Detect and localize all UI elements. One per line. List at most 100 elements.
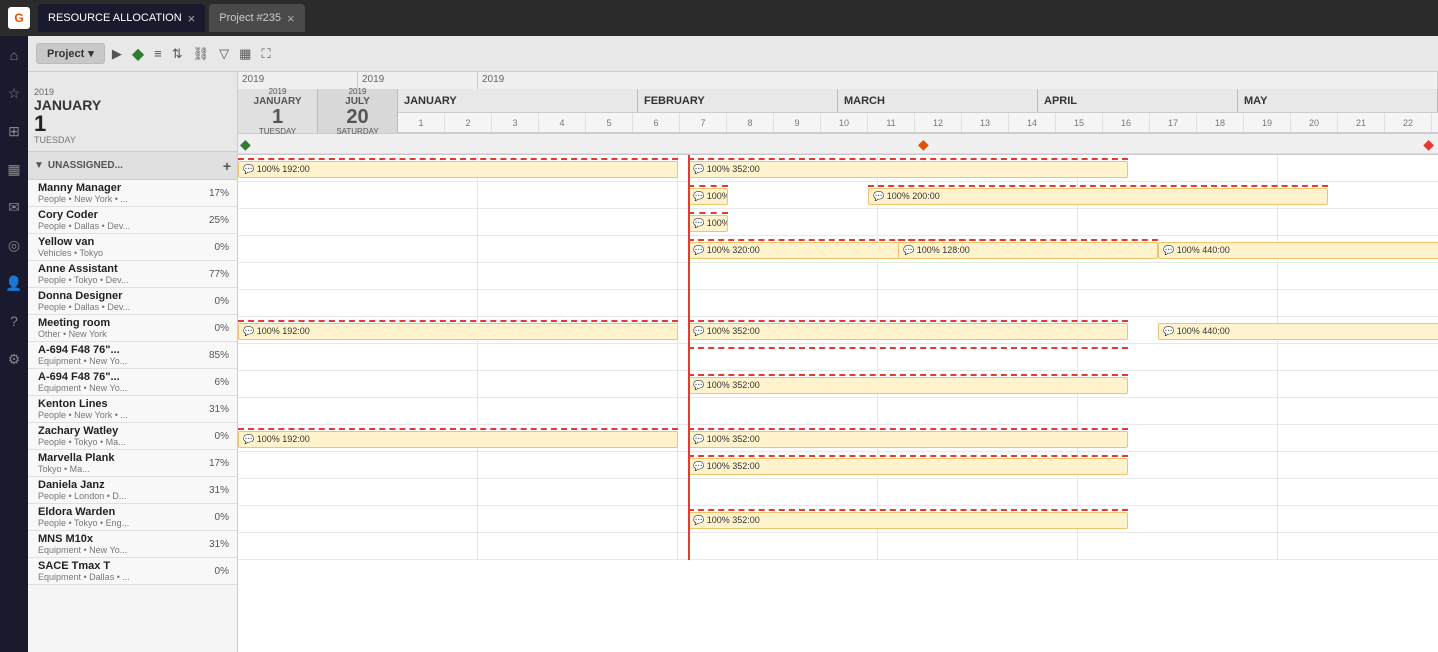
gantt-bar[interactable]: 💬 100% 192:00 <box>238 161 678 178</box>
gantt-row <box>238 479 1438 506</box>
resource-row[interactable]: SACE Tmax T Equipment • Dallas • ... 0% <box>28 558 237 585</box>
day-cell-9: 9 <box>774 113 821 132</box>
home-icon[interactable]: ⌂ <box>3 44 25 66</box>
resource-rows: Manny Manager People • New York • ... 17… <box>28 180 237 652</box>
right-date-box: 2019JULY20SATURDAY <box>318 89 398 133</box>
filter-icon[interactable]: ▽ <box>216 43 232 65</box>
gantt-day-row: 1234567891011121314151617181920212223242… <box>398 113 1438 133</box>
gantt-row <box>238 398 1438 425</box>
tab-resource-allocation[interactable]: RESOURCE ALLOCATION × <box>38 4 205 32</box>
resource-pct: 0% <box>201 323 229 334</box>
resource-info: Kenton Lines People • New York • ... <box>38 398 128 420</box>
gantt-bar[interactable]: 💬 100% 192:00 <box>238 323 678 340</box>
calendar-view-icon[interactable]: ▦ <box>236 43 254 65</box>
question-icon[interactable]: ? <box>3 310 25 332</box>
gantt-month-row: JANUARYFEBRUARYMARCHAPRILMAYJUNEJULY <box>398 89 1438 113</box>
resource-row[interactable]: Marvella Plank Tokyo • Ma... 17% <box>28 450 237 477</box>
circle-icon[interactable]: ◎ <box>3 234 25 256</box>
resource-row[interactable]: Zachary Watley People • Tokyo • Ma... 0% <box>28 423 237 450</box>
tab-label-project-235: Project #235 <box>219 12 281 24</box>
resource-info: Zachary Watley People • Tokyo • Ma... <box>38 425 126 447</box>
star-icon[interactable]: ☆ <box>3 82 25 104</box>
gantt-bar[interactable]: 💬 100% 440:00 <box>1158 242 1438 259</box>
project-label: Project <box>47 48 84 60</box>
day-cell-1: 1 <box>398 113 445 132</box>
resource-info: Anne Assistant People • Tokyo • Dev... <box>38 263 129 285</box>
fullscreen-icon[interactable]: ⛶ <box>258 43 273 65</box>
resource-row[interactable]: Manny Manager People • New York • ... 17… <box>28 180 237 207</box>
resource-row[interactable]: Cory Coder People • Dallas • Dev... 25% <box>28 207 237 234</box>
resource-info: MNS M10x Equipment • New Yo... <box>38 533 127 555</box>
unlink-icon[interactable]: ⛓ <box>190 43 213 65</box>
chart-icon[interactable]: ▦ <box>3 158 25 180</box>
month-cell-march: MARCH <box>838 89 1038 112</box>
gantt-bar[interactable]: 💬 100% 128:00 <box>898 242 1158 259</box>
resource-row[interactable]: A-694 F48 76"... Equipment • New Yo... 6… <box>28 369 237 396</box>
close-tab-resource-allocation[interactable]: × <box>188 11 196 26</box>
resource-info: Eldora Warden People • Tokyo • Eng... <box>38 506 129 528</box>
day-cell-2: 2 <box>445 113 492 132</box>
resource-info: Cory Coder People • Dallas • Dev... <box>38 209 130 231</box>
gantt-bar[interactable]: 💬 100% 352:00 <box>688 323 1128 340</box>
indent-icon[interactable]: ≡ <box>151 43 165 64</box>
play-icon[interactable]: ▶ <box>109 43 125 65</box>
gantt-bar[interactable]: 💬 100% 200:00 <box>868 188 1328 205</box>
month-cell-january: JANUARY <box>398 89 638 112</box>
gantt-bar[interactable]: 💬 100% 352:00 <box>688 431 1128 448</box>
add-resource-btn[interactable]: + <box>223 158 231 174</box>
resource-row[interactable]: Kenton Lines People • New York • ... 31% <box>28 396 237 423</box>
gantt-chart[interactable]: 2019 2019 2019 2019JANUARY1TUESDAY2019JU… <box>238 72 1438 652</box>
resource-row[interactable]: Meeting room Other • New York 0% <box>28 315 237 342</box>
gantt-row: 💬 100% 352:00 <box>238 371 1438 398</box>
settings-icon[interactable]: ⚙ <box>3 348 25 370</box>
day-cell-14: 14 <box>1009 113 1056 132</box>
day-cell-4: 4 <box>539 113 586 132</box>
resource-row[interactable]: Anne Assistant People • Tokyo • Dev... 7… <box>28 261 237 288</box>
resource-pct: 77% <box>201 269 229 280</box>
sort-icon[interactable]: ⇅ <box>169 43 186 65</box>
close-tab-project-235[interactable]: × <box>287 11 295 26</box>
day-cell-17: 17 <box>1150 113 1197 132</box>
day-cell-18: 18 <box>1197 113 1244 132</box>
resource-row[interactable]: Donna Designer People • Dallas • Dev... … <box>28 288 237 315</box>
resource-pct: 25% <box>201 215 229 226</box>
gantt-row: 💬 100% 192:00 💬 100% 352:00 💬 100% 440:00 <box>238 317 1438 344</box>
resource-row[interactable]: Yellow van Vehicles • Tokyo 0% <box>28 234 237 261</box>
section-toggle[interactable]: ▼ <box>34 160 44 171</box>
grid-icon[interactable]: ⊞ <box>3 120 25 142</box>
gantt-year-row: 2019 2019 2019 <box>238 72 1438 90</box>
resource-row[interactable]: Eldora Warden People • Tokyo • Eng... 0% <box>28 504 237 531</box>
gantt-bar[interactable]: 💬 100% 352:00 <box>688 458 1128 475</box>
resource-pct: 31% <box>201 404 229 415</box>
gantt-bar[interactable]: 💬 100% 440:00 <box>1158 323 1438 340</box>
project-dropdown[interactable]: Project ▾ <box>36 43 105 64</box>
resource-pct: 0% <box>201 296 229 307</box>
gantt-bar[interactable]: 💬 100% 352:00 <box>688 161 1128 178</box>
gantt-bar[interactable]: 💬 100% 352:00 <box>688 512 1128 529</box>
tab-project-235[interactable]: Project #235 × <box>209 4 304 32</box>
gantt-bar[interactable]: 💬 100% 88:0... <box>688 215 728 232</box>
dropdown-arrow: ▾ <box>88 47 94 60</box>
resource-pct: 85% <box>201 350 229 361</box>
day-cell-19: 19 <box>1244 113 1291 132</box>
gantt-bar[interactable]: 💬 100% 352:00 <box>688 377 1128 394</box>
day-cell-11: 11 <box>868 113 915 132</box>
gantt-bar[interactable]: 💬 100% 88:0... <box>688 188 728 205</box>
diamond-icon[interactable]: ◆ <box>129 41 147 67</box>
resource-row[interactable]: MNS M10x Equipment • New Yo... 31% <box>28 531 237 558</box>
unassigned-section-header: ▼ UNASSIGNED... + <box>28 152 237 180</box>
gantt-bar[interactable]: 💬 100% 192:00 <box>238 431 678 448</box>
resource-row[interactable]: Daniela Janz People • London • D... 31% <box>28 477 237 504</box>
day-cell-13: 13 <box>962 113 1009 132</box>
gantt-header: 2019 2019 2019 2019JANUARY1TUESDAY2019JU… <box>238 72 1438 155</box>
resource-info: Donna Designer People • Dallas • Dev... <box>38 290 130 312</box>
resource-row[interactable]: A-694 F48 76"... Equipment • New Yo... 8… <box>28 342 237 369</box>
resource-pct: 0% <box>201 431 229 442</box>
app-icon[interactable]: G <box>8 7 30 29</box>
message-icon[interactable]: ✉ <box>3 196 25 218</box>
gantt-row: 💬 100% 320:00💬 100% 128:00💬 100% 440:00 <box>238 236 1438 263</box>
day-cell-23: 23 <box>1432 113 1438 132</box>
people-icon[interactable]: 👤 <box>3 272 25 294</box>
end-diamond-marker: ◆ <box>1423 136 1434 153</box>
toolbar: Project ▾ ▶ ◆ ≡ ⇅ ⛓ ▽ ▦ ⛶ <box>28 36 1438 72</box>
